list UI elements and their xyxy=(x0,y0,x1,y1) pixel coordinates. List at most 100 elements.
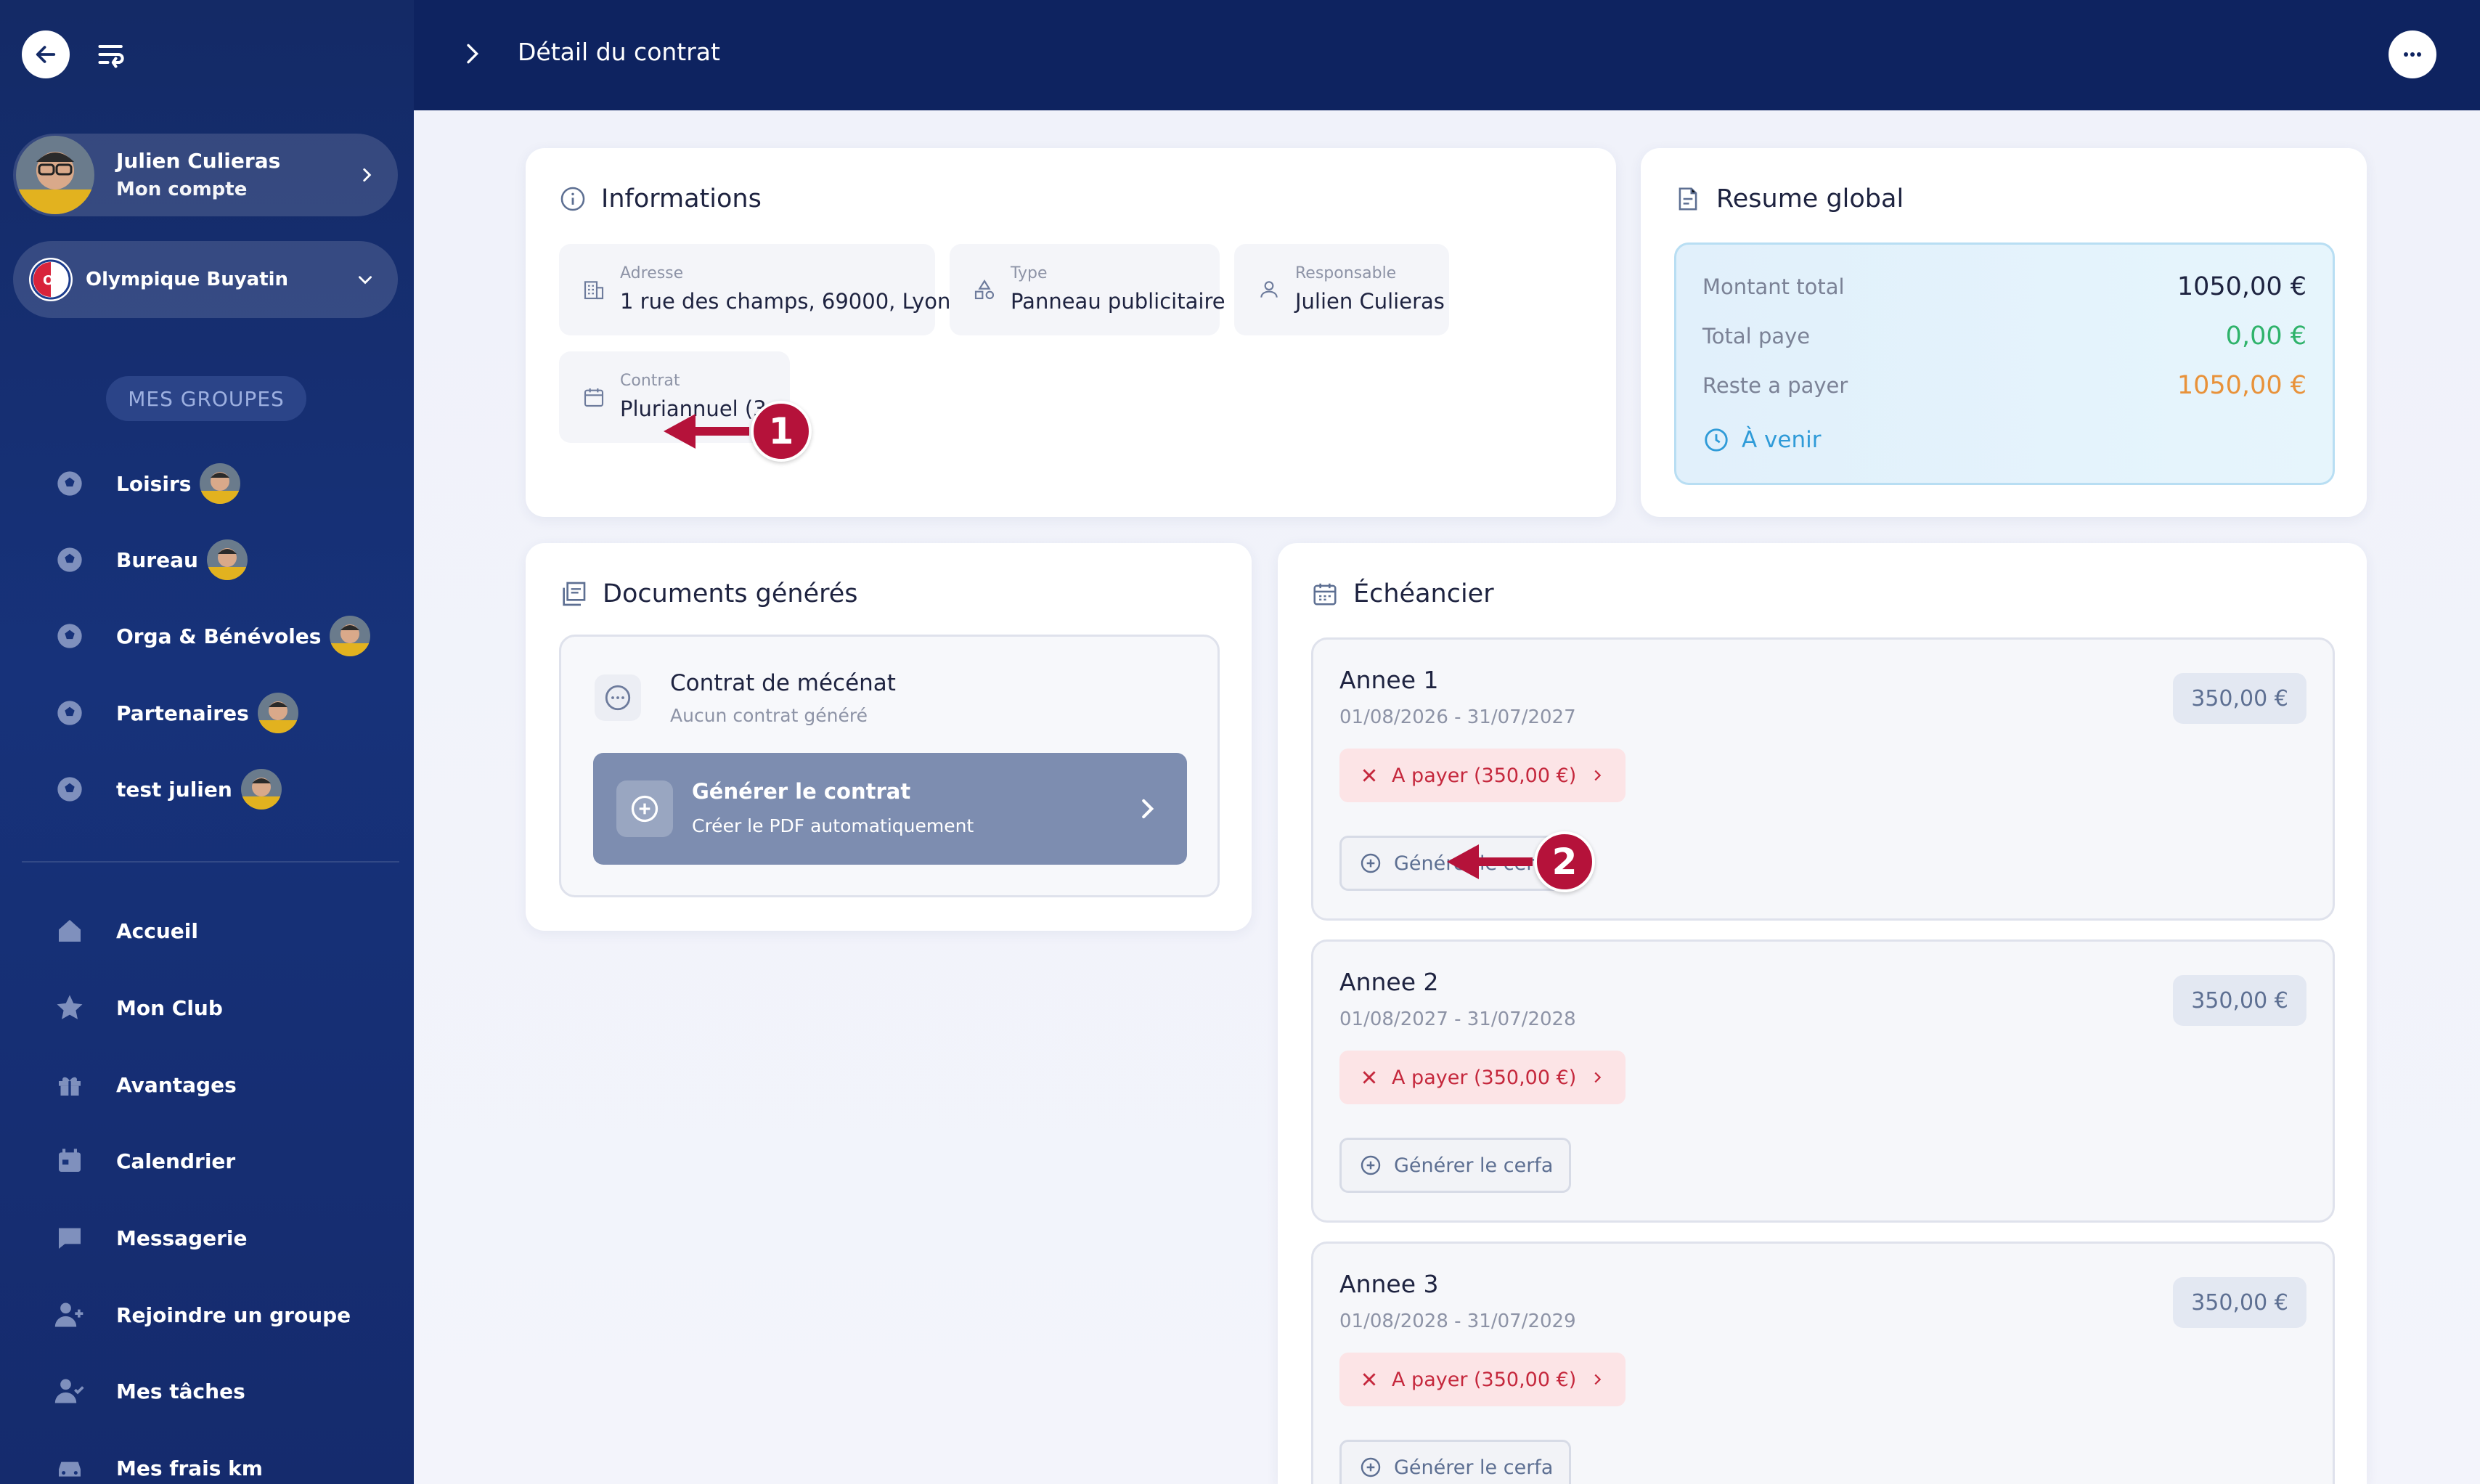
payment-status-text: A payer (350,00 €) xyxy=(1392,764,1577,787)
chat-icon xyxy=(52,1220,87,1255)
type-value: Panneau publicitaire xyxy=(1011,289,1225,314)
close-icon xyxy=(1363,769,1376,782)
status-text: À venir xyxy=(1742,427,1822,453)
calendar-icon xyxy=(1313,583,1337,606)
tile-label: Contrat xyxy=(620,372,680,390)
plus-circle-icon xyxy=(616,780,673,837)
group-item-bureau[interactable]: Bureau xyxy=(52,537,248,583)
avatar xyxy=(200,463,241,504)
generate-title: Générer le contrat xyxy=(692,779,911,804)
building-icon xyxy=(581,277,607,303)
total-paye-row: Total paye 0,00 € xyxy=(1702,322,2306,351)
nav-item-mon-club[interactable]: Mon Club xyxy=(52,984,223,1031)
calendar-icon xyxy=(581,384,607,410)
account-card[interactable]: Julien Culieras Mon compte xyxy=(13,134,398,216)
responsable-value: Julien Culieras xyxy=(1295,289,1445,314)
documents-card: Documents générés Contrat de mécénat Auc… xyxy=(526,543,1252,931)
plus-circle-icon xyxy=(1361,853,1381,873)
back-button[interactable] xyxy=(22,30,70,78)
calendar-icon xyxy=(52,1143,87,1178)
document-subtitle: Aucun contrat généré xyxy=(670,705,868,726)
chevron-right-icon xyxy=(1594,1374,1602,1385)
status-badge: À venir xyxy=(1702,426,1821,454)
avatar xyxy=(16,136,94,214)
generate-contract-button[interactable]: Générer le contrat Créer le PDF automati… xyxy=(593,753,1187,865)
ellipsis-icon xyxy=(2404,52,2421,57)
year-amount: 350,00 € xyxy=(2173,1277,2306,1328)
year-title: Annee 3 xyxy=(1339,1270,1439,1298)
group-label: Partenaires xyxy=(116,701,249,725)
nav-label: Avantages xyxy=(116,1072,237,1097)
card-title: Informations xyxy=(601,184,762,213)
montant-total-row: Montant total 1050,00 € xyxy=(1702,272,2306,301)
responsable-tile: Responsable Julien Culieras xyxy=(1234,244,1449,335)
club-selector[interactable]: OB Olympique Buyatin xyxy=(13,241,398,318)
nav-label: Calendrier xyxy=(116,1149,236,1173)
group-item-loisirs[interactable]: Loisirs xyxy=(52,460,241,507)
menu-toggle-button[interactable] xyxy=(94,37,129,72)
year-title: Annee 2 xyxy=(1339,968,1439,996)
generate-cerfa-button[interactable]: Générer le cerfa xyxy=(1339,1440,1572,1484)
year-amount: 350,00 € xyxy=(2173,975,2306,1026)
document-icon xyxy=(1679,187,1697,211)
year-dates: 01/08/2028 - 31/07/2029 xyxy=(1339,1310,1576,1332)
nav-label: Rejoindre un groupe xyxy=(116,1302,351,1327)
more-options-button[interactable] xyxy=(2389,30,2436,78)
echeancier-card: Échéancier Annee 1 01/08/2026 - 31/07/20… xyxy=(1278,543,2367,1484)
nav-item-messagerie[interactable]: Messagerie xyxy=(52,1215,248,1261)
star-icon xyxy=(52,990,87,1025)
year-dates: 01/08/2027 - 31/07/2028 xyxy=(1339,1008,1576,1030)
nav-item-accueil[interactable]: Accueil xyxy=(52,908,198,954)
nav-label: Mon Club xyxy=(116,995,223,1020)
chevron-right-icon[interactable] xyxy=(457,39,486,68)
nav-item-mes-taches[interactable]: Mes tâches xyxy=(52,1368,245,1414)
nav-label: Messagerie xyxy=(116,1226,248,1250)
schedule-year-3: Annee 3 01/08/2028 - 31/07/2029 350,00 €… xyxy=(1311,1242,2335,1484)
montant-total-value: 1050,00 € xyxy=(2177,272,2306,301)
cerfa-label: Générer le cerfa xyxy=(1394,1456,1554,1479)
annotation-callout-2: 2 xyxy=(1444,831,1595,892)
payment-status-button[interactable]: A payer (350,00 €) xyxy=(1339,1353,1626,1406)
club-logo: OB xyxy=(29,258,73,301)
group-item-orga-benevoles[interactable]: Orga & Bénévoles xyxy=(52,613,371,659)
chevron-right-icon xyxy=(1594,1072,1602,1083)
document-title: Contrat de mécénat xyxy=(670,670,896,696)
total-paye-value: 0,00 € xyxy=(2225,322,2306,351)
plus-circle-icon xyxy=(1361,1457,1381,1477)
tile-label: Responsable xyxy=(1295,264,1397,282)
arrow-left-icon xyxy=(1447,844,1533,879)
group-item-test-julien[interactable]: test julien xyxy=(52,766,282,812)
ellipsis-circle-icon xyxy=(595,674,641,721)
cerfa-label: Générer le cerfa xyxy=(1394,1154,1554,1177)
payment-status-button[interactable]: A payer (350,00 €) xyxy=(1339,749,1626,802)
informations-card: Informations Adresse 1 rue des champs, 6… xyxy=(526,148,1616,517)
resume-global-card: Resume global Montant total 1050,00 € To… xyxy=(1641,148,2367,517)
menu-wrap-icon xyxy=(98,44,124,68)
account-subtitle: Mon compte xyxy=(116,179,248,200)
chevron-right-icon xyxy=(363,168,372,182)
row-label: Reste a payer xyxy=(1702,373,1848,398)
nav-item-calendrier[interactable]: Calendrier xyxy=(52,1138,235,1184)
year-dates: 01/08/2026 - 31/07/2027 xyxy=(1339,706,1576,728)
card-title: Documents générés xyxy=(603,579,858,608)
annotation-callout-1: 1 xyxy=(661,401,812,462)
pdf-stack-icon xyxy=(563,582,586,606)
avatar xyxy=(330,616,371,656)
page-title: Détail du contrat xyxy=(518,38,720,66)
arrow-left-icon xyxy=(36,46,56,63)
user-check-icon xyxy=(52,1374,87,1408)
plus-circle-icon xyxy=(1361,1155,1381,1175)
payment-status-button[interactable]: A payer (350,00 €) xyxy=(1339,1051,1626,1104)
tile-label: Adresse xyxy=(620,264,684,282)
nav-item-mes-frais-km[interactable]: Mes frais km xyxy=(52,1445,263,1484)
callout-number: 2 xyxy=(1534,831,1595,892)
generate-cerfa-button[interactable]: Générer le cerfa xyxy=(1339,1138,1572,1193)
soccer-ball-icon xyxy=(52,696,87,730)
group-item-partenaires[interactable]: Partenaires xyxy=(52,690,298,736)
nav-item-rejoindre-groupe[interactable]: Rejoindre un groupe xyxy=(52,1292,351,1338)
row-label: Montant total xyxy=(1702,274,1845,299)
group-label: test julien xyxy=(116,777,232,802)
schedule-year-1: Annee 1 01/08/2026 - 31/07/2027 350,00 €… xyxy=(1311,637,2335,921)
soccer-ball-icon xyxy=(52,772,87,807)
nav-item-avantages[interactable]: Avantages xyxy=(52,1061,237,1108)
